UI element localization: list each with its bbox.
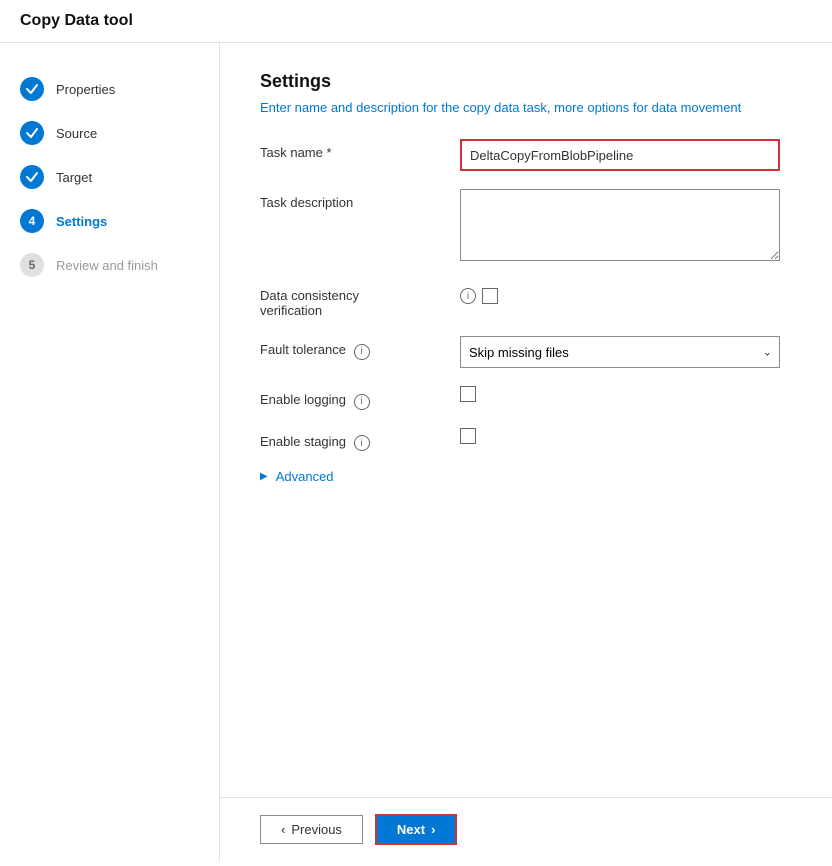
step-label-review: Review and finish: [56, 258, 158, 273]
step-circle-review: 5: [20, 253, 44, 277]
step-label-source: Source: [56, 126, 97, 141]
step-circle-source: [20, 121, 44, 145]
task-name-label: Task name *: [260, 139, 460, 160]
step-circle-target: [20, 165, 44, 189]
data-consistency-checkbox[interactable]: [482, 288, 498, 304]
sidebar-item-review[interactable]: 5 Review and finish: [0, 243, 219, 287]
advanced-expand-icon: ▶: [260, 471, 268, 482]
step-circle-settings: 4: [20, 209, 44, 233]
fault-tolerance-control: Skip missing files None Skip incompatibl…: [460, 336, 792, 368]
enable-staging-info-icon[interactable]: i: [354, 435, 370, 451]
enable-staging-checkbox[interactable]: [460, 428, 476, 444]
enable-logging-control: [460, 386, 792, 405]
enable-staging-row: Enable staging i: [260, 428, 792, 452]
step-label-target: Target: [56, 170, 92, 185]
sidebar-item-settings[interactable]: 4 Settings: [0, 199, 219, 243]
data-consistency-row: Data consistencyverification i: [260, 282, 792, 318]
enable-staging-control: [460, 428, 792, 447]
task-name-row: Task name *: [260, 139, 792, 171]
data-consistency-label: Data consistencyverification: [260, 282, 460, 318]
step-circle-properties: [20, 77, 44, 101]
fault-tolerance-select-wrapper: Skip missing files None Skip incompatibl…: [460, 336, 780, 368]
enable-logging-label: Enable logging i: [260, 386, 460, 410]
step-label-settings: Settings: [56, 214, 107, 229]
sidebar: Properties Source Target 4 Settings: [0, 43, 220, 861]
section-subtitle: Enter name and description for the copy …: [260, 100, 792, 115]
task-description-label: Task description: [260, 189, 460, 210]
content-area: Settings Enter name and description for …: [220, 43, 832, 861]
previous-arrow-icon: ‹: [281, 822, 285, 837]
enable-logging-checkbox[interactable]: [460, 386, 476, 402]
main-layout: Properties Source Target 4 Settings: [0, 43, 832, 861]
next-arrow-icon: ›: [431, 822, 435, 837]
fault-tolerance-select[interactable]: Skip missing files None Skip incompatibl…: [460, 336, 780, 368]
enable-staging-label: Enable staging i: [260, 428, 460, 452]
data-consistency-info-icon[interactable]: i: [460, 288, 476, 304]
data-consistency-control: i: [460, 282, 792, 304]
app-title: Copy Data tool: [20, 12, 133, 29]
previous-button[interactable]: ‹ Previous: [260, 815, 363, 844]
enable-logging-info-icon[interactable]: i: [354, 394, 370, 410]
app-header: Copy Data tool: [0, 0, 832, 43]
task-name-input[interactable]: [460, 139, 780, 171]
task-description-control: [460, 189, 792, 264]
next-button[interactable]: Next ›: [375, 814, 458, 845]
sidebar-item-properties[interactable]: Properties: [0, 67, 219, 111]
enable-logging-row: Enable logging i: [260, 386, 792, 410]
advanced-label: Advanced: [276, 469, 334, 484]
advanced-row[interactable]: ▶ Advanced: [260, 469, 792, 484]
task-description-row: Task description: [260, 189, 792, 264]
sidebar-item-source[interactable]: Source: [0, 111, 219, 155]
task-name-control: [460, 139, 792, 171]
section-title: Settings: [260, 71, 792, 92]
task-description-input[interactable]: [460, 189, 780, 261]
footer: ‹ Previous Next ›: [220, 797, 832, 861]
step-label-properties: Properties: [56, 82, 115, 97]
fault-tolerance-label: Fault tolerance i: [260, 336, 460, 360]
fault-tolerance-info-icon[interactable]: i: [354, 344, 370, 360]
fault-tolerance-row: Fault tolerance i Skip missing files Non…: [260, 336, 792, 368]
content-scroll: Settings Enter name and description for …: [220, 43, 832, 797]
sidebar-item-target[interactable]: Target: [0, 155, 219, 199]
